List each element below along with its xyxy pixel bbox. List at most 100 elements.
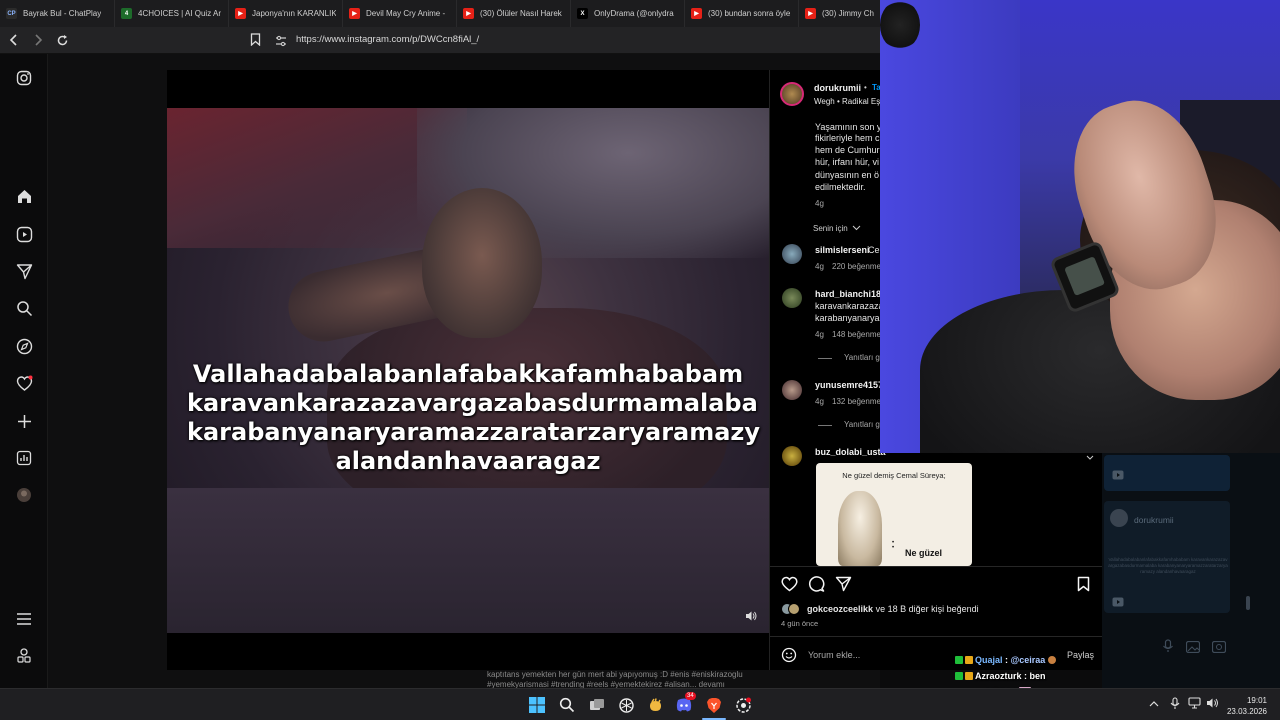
description-line: hür, irfanı hür, vi (815, 157, 880, 167)
post-comment-button[interactable]: Paylaş (1067, 650, 1094, 660)
bookmark-button[interactable] (250, 33, 261, 51)
notifications-heart-icon[interactable] (15, 374, 33, 392)
description-line: fikirleriyle hem c (815, 133, 880, 143)
comment-username[interactable]: yunusemre4157 (815, 380, 883, 390)
hand-app-icon (649, 697, 661, 711)
folder-app[interactable] (646, 696, 664, 714)
background-post-caption: kaptıtans yemekten her gün mert abi yapı… (487, 670, 787, 690)
site-settings-button[interactable] (275, 34, 287, 52)
emoji-button[interactable] (781, 647, 797, 668)
author-avatar[interactable] (780, 82, 804, 106)
brave-app[interactable] (705, 696, 723, 714)
search-icon (559, 697, 575, 713)
tab-label: (30) bundan sonra öyle (708, 9, 791, 18)
tray-overflow-button[interactable] (1149, 699, 1159, 709)
comment-avatar[interactable] (782, 244, 802, 264)
comment-input[interactable]: Yorum ekle... (808, 650, 860, 660)
url-field[interactable]: https://www.instagram.com/p/DWCcn8fiAl_/ (296, 34, 479, 45)
start-button[interactable] (528, 696, 546, 714)
messages-icon[interactable] (15, 262, 33, 280)
tab-youtube-jimmy[interactable]: ▶ (30) Jimmy Char (799, 0, 880, 27)
divider (770, 566, 1103, 567)
tab-4choices[interactable]: 4 4CHOICES | AI Quiz Ar (115, 0, 229, 27)
likes-summary[interactable]: gokceozceelikk ve 18 B diğer kişi beğend… (807, 604, 979, 615)
heart-icon (781, 576, 798, 592)
comment-button[interactable] (808, 576, 825, 597)
save-button[interactable] (1077, 576, 1090, 597)
4choices-icon: 4 (121, 8, 132, 19)
tray-volume-button[interactable] (1206, 697, 1219, 711)
tune-icon (276, 35, 286, 47)
mute-button[interactable] (745, 610, 757, 625)
search-icon[interactable] (15, 299, 33, 317)
for-you-filter[interactable]: Senin için (813, 224, 861, 233)
chevron-down-icon (852, 225, 861, 231)
system-clock[interactable]: 19:01 23.03.2026 (1227, 695, 1267, 717)
youtube-icon: ▶ (463, 8, 474, 19)
taskbar-search-button[interactable] (558, 696, 576, 714)
likes-verb: beğendi (946, 604, 979, 614)
instagram-logo-icon[interactable] (15, 69, 33, 87)
tab-youtube-japonya[interactable]: ▶ Japonya'nın KARANLIK (229, 0, 343, 27)
back-button[interactable] (4, 30, 24, 50)
tab-chatplay[interactable]: CP Bayrak Bul - ChatPlay (0, 0, 115, 27)
tab-label: (30) Jimmy Char (822, 9, 874, 18)
share-button[interactable] (835, 576, 852, 597)
send-icon (835, 576, 852, 592)
reels-icon[interactable] (15, 225, 33, 243)
emote-icon (1048, 656, 1057, 664)
discord-app[interactable]: 34 (675, 692, 696, 714)
forward-button[interactable] (28, 30, 48, 50)
cam-corner-object (880, 0, 920, 50)
comment-username[interactable]: hard_bianchi187 (815, 289, 886, 299)
tab-youtube-bundan[interactable]: ▶ (30) bundan sonra öyle (685, 0, 799, 27)
tab-x-onlydrama[interactable]: X OnlyDrama (@onlydra (571, 0, 685, 27)
create-plus-icon[interactable] (15, 412, 33, 430)
windows-logo-icon (529, 697, 545, 713)
tab-youtube-oluler[interactable]: ▶ (30) Ölüler Nasıl Harek (457, 0, 571, 27)
comment-avatar[interactable] (782, 380, 802, 400)
also-from-meta-icon[interactable] (15, 647, 33, 665)
reel-video[interactable]: Vallahadabalabanlafabakkafamhababam kara… (167, 70, 769, 670)
tab-youtube-devilmaycry[interactable]: ▶ Devil May Cry Anime - (343, 0, 457, 27)
author-username[interactable]: dorukrumii (814, 83, 861, 93)
background-feed-panel: dorukrumii Vallahadabalabanlafabakkafamh… (1102, 453, 1280, 688)
recording-app[interactable] (734, 696, 752, 714)
network-icon (1188, 697, 1201, 709)
explore-icon[interactable] (15, 337, 33, 355)
song-label[interactable]: Wegh • Radikal Eşk (814, 96, 884, 107)
likes-username[interactable]: gokceozceelikk (807, 604, 873, 614)
comment-username[interactable]: silmislerseni (815, 245, 870, 255)
brave-icon (707, 697, 721, 713)
webcam-overlay (880, 0, 1280, 453)
dashboard-icon[interactable] (15, 449, 33, 467)
tray-network-button[interactable] (1188, 697, 1201, 711)
bookmark-icon (1077, 576, 1090, 592)
view-replies-button[interactable]: Yanıtları gö (844, 353, 884, 362)
x-icon: X (577, 8, 588, 19)
comment-likes[interactable]: 220 beğenme (832, 262, 881, 271)
tab-label: 4CHOICES | AI Quiz Ar (138, 9, 221, 18)
more-menu-icon[interactable] (15, 610, 33, 628)
chatgpt-app[interactable] (617, 696, 635, 714)
home-icon[interactable] (15, 187, 33, 205)
ghost-username: dorukrumii (1134, 515, 1174, 525)
task-view-button[interactable] (588, 696, 606, 714)
comment-avatar[interactable] (782, 288, 802, 308)
clock-date: 23.03.2026 (1226, 707, 1267, 716)
view-replies-button[interactable]: Yanıtları gö (844, 420, 884, 429)
like-button[interactable] (781, 576, 798, 597)
comment-username[interactable]: buz_dolabi_usta (815, 447, 886, 457)
description-line: Yaşamının son yı (815, 122, 884, 132)
comment-time: 4g (815, 262, 824, 271)
profile-avatar[interactable] (15, 486, 33, 504)
video-caption: Vallahadabalabanlafabakkafamhababam kara… (187, 360, 761, 475)
comment-likes[interactable]: 148 beğenme (832, 330, 881, 339)
divider (770, 636, 1103, 637)
tray-mic-button[interactable] (1170, 697, 1180, 712)
comment-avatar[interactable] (782, 446, 802, 466)
comment-time: 4g (815, 330, 824, 339)
comment-image[interactable]: Ne güzel demiş Cemal Süreya; • • Ne güzel (816, 463, 972, 566)
comment-likes[interactable]: 132 beğenme (832, 397, 881, 406)
reload-button[interactable] (52, 30, 72, 50)
